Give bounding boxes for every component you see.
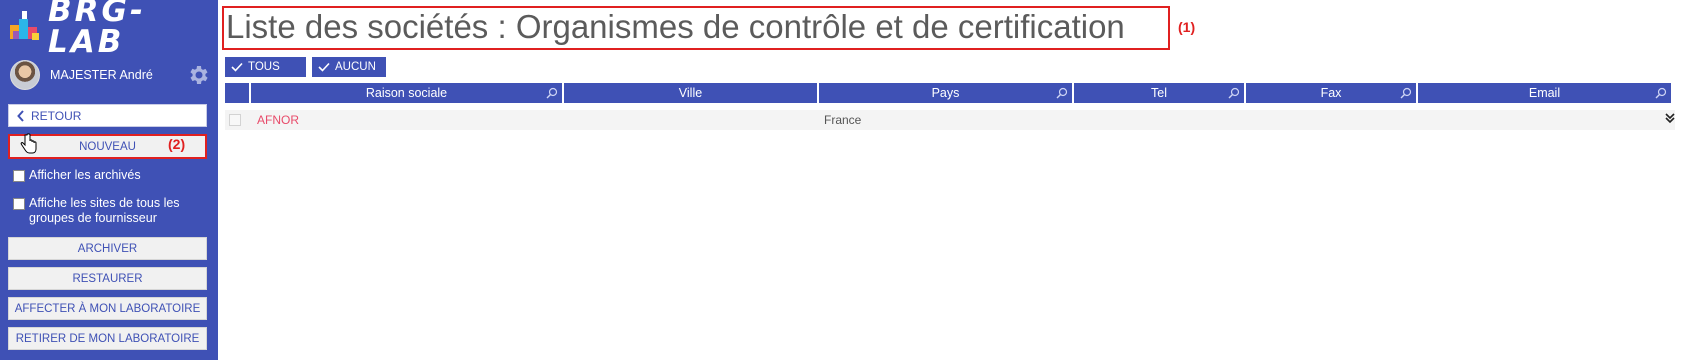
restaurer-button[interactable]: RESTAURER	[8, 267, 207, 290]
table-row[interactable]: AFNOR France	[225, 110, 1675, 130]
user-name: MAJESTER André	[50, 68, 153, 82]
nouveau-label: NOUVEAU	[79, 140, 136, 153]
show-all-sites-label-line2: groupes de fournisseur	[29, 211, 157, 225]
column-header-email[interactable]: Email	[1418, 83, 1673, 103]
select-all-label: TOUS	[248, 61, 280, 73]
hand-pointer-icon	[20, 133, 37, 154]
affecter-laboratoire-button[interactable]: AFFECTER À MON LABORATOIRE	[8, 297, 207, 320]
app-root: BRG-LAB MAJESTER André RETOUR NOUVEAU (2…	[0, 0, 1693, 360]
sidebar: BRG-LAB MAJESTER André RETOUR NOUVEAU (2…	[0, 0, 218, 360]
retour-button[interactable]: RETOUR	[8, 104, 207, 127]
column-header-label: Pays	[931, 86, 960, 100]
column-header-raison-sociale[interactable]: Raison sociale	[251, 83, 564, 103]
avatar[interactable]	[10, 60, 40, 90]
logo-text: BRG-LAB	[48, 0, 146, 60]
search-icon[interactable]	[1228, 87, 1240, 99]
show-all-sites-label-line1: Affiche les sites de tous les	[29, 196, 180, 210]
search-icon[interactable]	[1655, 87, 1667, 99]
show-all-sites-label: Affiche les sites de tous les groupes de…	[29, 196, 180, 226]
search-icon[interactable]	[1056, 87, 1068, 99]
logo[interactable]: BRG-LAB	[8, 0, 218, 58]
user-panel: MAJESTER André	[10, 60, 210, 90]
show-archived-checkbox[interactable]	[13, 170, 25, 182]
select-all-button[interactable]: TOUS	[225, 57, 306, 77]
column-header-label: Tel	[1151, 86, 1167, 100]
column-header-ville[interactable]: Ville	[564, 83, 819, 103]
retirer-laboratoire-button[interactable]: RETIRER DE MON LABORATOIRE	[8, 327, 207, 350]
search-icon[interactable]	[1400, 87, 1412, 99]
logo-icon	[8, 9, 44, 45]
select-none-button[interactable]: AUCUN	[312, 57, 386, 77]
archiver-button[interactable]: ARCHIVER	[8, 237, 207, 260]
search-icon[interactable]	[546, 87, 558, 99]
column-header-label: Fax	[1320, 86, 1342, 100]
gear-icon[interactable]	[186, 63, 210, 87]
double-chevron-down-icon[interactable]	[1665, 112, 1675, 127]
column-header-tel[interactable]: Tel	[1074, 83, 1246, 103]
callout-2: (2)	[168, 136, 186, 152]
chevron-left-icon	[17, 109, 24, 122]
retour-label: RETOUR	[31, 108, 82, 123]
column-header-pays[interactable]: Pays	[819, 83, 1074, 103]
show-all-sites-checkbox[interactable]	[13, 198, 25, 210]
check-icon	[318, 62, 330, 72]
callout-1: (1)	[1178, 19, 1196, 35]
show-archived-option[interactable]: Afficher les archivés	[13, 168, 141, 183]
column-header-label: Email	[1528, 86, 1561, 100]
page-title: Liste des sociétés : Organismes de contr…	[222, 6, 1170, 50]
check-icon	[231, 62, 243, 72]
column-header-select[interactable]	[225, 83, 251, 103]
row-checkbox[interactable]	[229, 114, 241, 126]
column-header-fax[interactable]: Fax	[1246, 83, 1418, 103]
row-pays: France	[824, 113, 862, 127]
select-none-label: AUCUN	[335, 61, 376, 73]
show-all-sites-option[interactable]: Affiche les sites de tous les groupes de…	[13, 196, 180, 226]
show-archived-label: Afficher les archivés	[29, 168, 141, 182]
table-header: Raison sociale Ville Pays Tel Fax Email	[225, 83, 1673, 103]
column-header-label: Ville	[678, 86, 703, 100]
column-header-label: Raison sociale	[365, 86, 448, 100]
row-raison-sociale[interactable]: AFNOR	[257, 113, 299, 127]
